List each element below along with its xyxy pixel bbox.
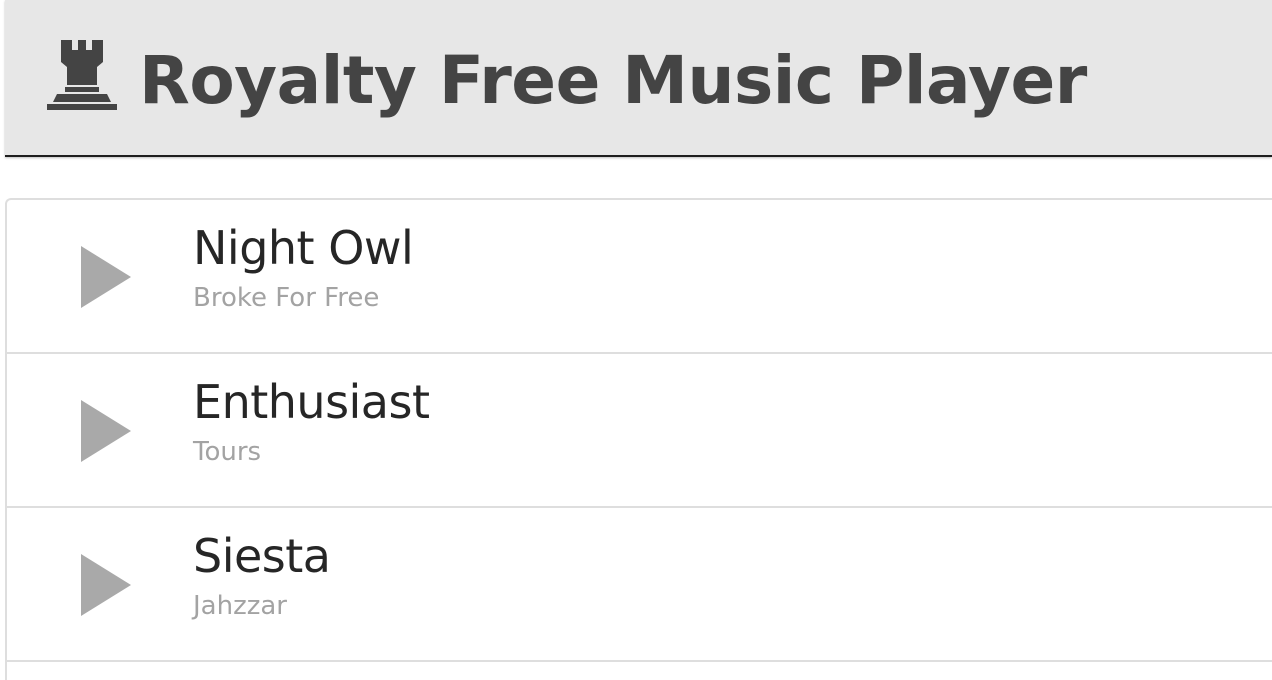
track-title: Night Owl (193, 221, 414, 275)
page-title: Royalty Free Music Player (139, 42, 1087, 119)
app-header: Royalty Free Music Player (5, 0, 1272, 157)
track-title: Siesta (193, 529, 331, 583)
track-title: Enthusiast (193, 375, 430, 429)
play-icon[interactable] (77, 244, 133, 310)
chess-rook-icon (47, 40, 117, 110)
play-icon[interactable] (77, 398, 133, 464)
track-row[interactable]: Enthusiast Tours (7, 354, 1272, 508)
play-icon[interactable] (77, 552, 133, 618)
track-list: Night Owl Broke For Free Enthusiast Tour… (5, 198, 1272, 680)
track-artist: Broke For Free (193, 283, 380, 313)
track-row[interactable]: Night Owl Broke For Free (7, 200, 1272, 354)
track-artist: Tours (193, 437, 262, 467)
track-row[interactable]: Siesta Jahzzar (7, 508, 1272, 662)
track-artist: Jahzzar (193, 591, 287, 621)
